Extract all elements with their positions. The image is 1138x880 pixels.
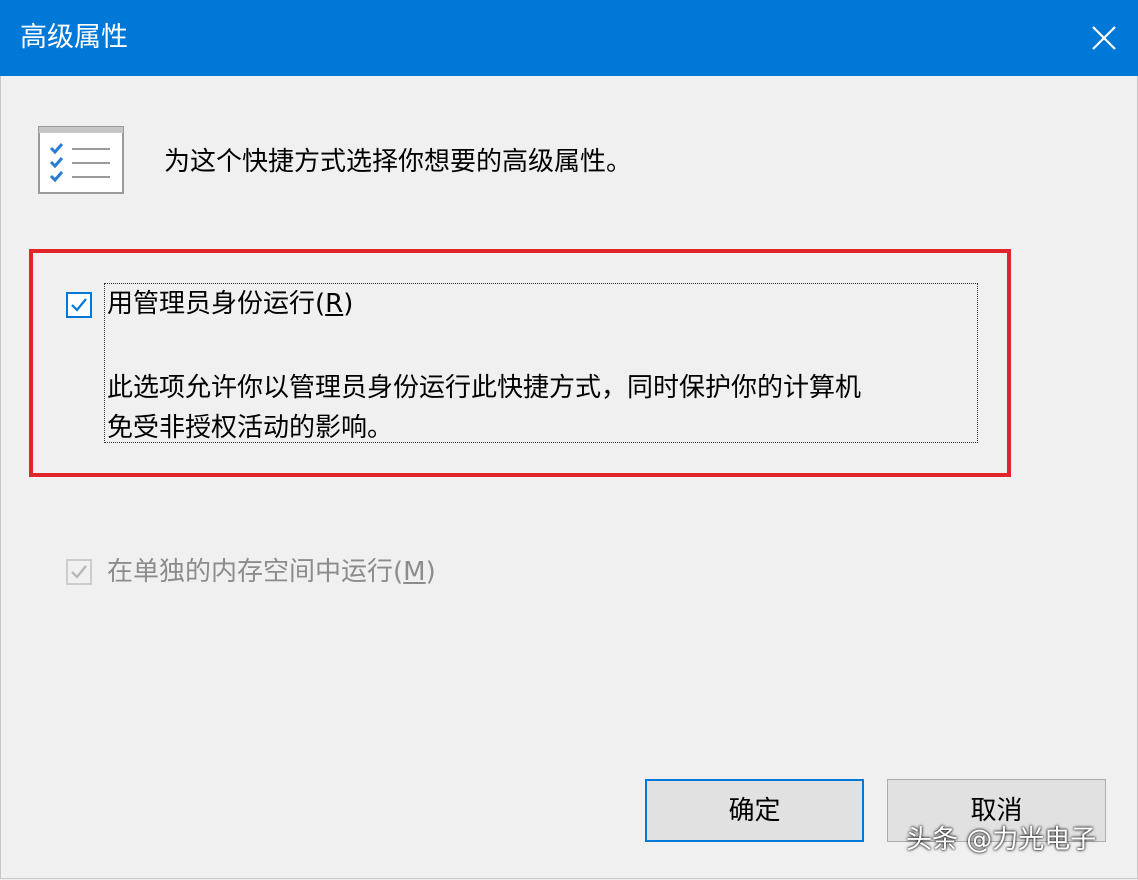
watermark: 头条 @力光电子 (906, 825, 1097, 855)
close-icon (1092, 26, 1116, 50)
run-as-admin-label-text: 用管理员身份运行 (107, 289, 316, 319)
dialog-prompt: 为这个快捷方式选择你想要的高级属性。 (164, 147, 633, 177)
run-as-admin-label[interactable]: 用管理员身份运行(R) (107, 287, 353, 321)
checklist-icon (38, 126, 124, 194)
run-as-admin-paren-open: ( (315, 289, 326, 319)
checkmark-icon (71, 298, 87, 312)
separate-memory-mnemonic: M (403, 557, 426, 587)
separate-memory-paren-open: ( (393, 557, 404, 587)
run-as-admin-paren-close: ) (343, 289, 354, 319)
checkmark-icon (71, 565, 87, 579)
separate-memory-checkbox[interactable] (66, 559, 92, 585)
run-as-admin-mnemonic: R (325, 289, 344, 319)
run-as-admin-description-line2: 免受非授权活动的影响。 (107, 413, 394, 443)
run-as-admin-checkbox[interactable] (66, 292, 92, 318)
run-as-admin-description-line1: 此选项允许你以管理员身份运行此快捷方式，同时保护你的计算机 (107, 373, 862, 403)
window-title: 高级属性 (20, 22, 128, 53)
separate-memory-paren-close: ) (425, 557, 436, 587)
close-button[interactable] (1070, 0, 1138, 76)
separate-memory-label-text: 在单独的内存空间中运行 (107, 557, 394, 587)
title-bar: 高级属性 (0, 0, 1138, 76)
window-frame (0, 76, 1138, 879)
run-as-admin-description: 此选项允许你以管理员身份运行此快捷方式，同时保护你的计算机 免受非授权活动的影响… (107, 368, 975, 448)
ok-button[interactable]: 确定 (645, 779, 864, 842)
separate-memory-label[interactable]: 在单独的内存空间中运行(M) (107, 555, 436, 589)
